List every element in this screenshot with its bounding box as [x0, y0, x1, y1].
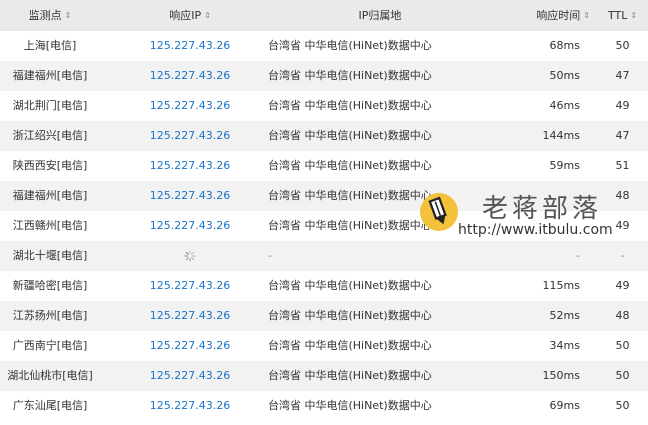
attribution-cell: 台湾省 中华电信(HiNet)数据中心: [268, 99, 432, 112]
response-time-cell: 68ms: [549, 39, 580, 52]
attribution-cell: 台湾省 中华电信(HiNet)数据中心: [268, 159, 432, 172]
table-row: 江苏扬州[电信] 125.227.43.26 台湾省 中华电信(HiNet)数据中心…: [0, 301, 648, 331]
column-header-time-label: 响应时间: [536, 9, 581, 22]
watermark-title: 老蒋部落: [482, 194, 603, 224]
location-cell: 湖北荆门[电信]: [12, 99, 88, 112]
ttl-cell: 50: [615, 369, 630, 382]
location-cell: 湖北十堰[电信]: [12, 249, 88, 262]
ip-link[interactable]: 125.227.43.26: [140, 61, 240, 91]
ip-link[interactable]: 125.227.43.26: [140, 361, 240, 391]
ttl-cell: 49: [615, 99, 630, 112]
ttl-cell: 50: [615, 339, 630, 352]
ttl-cell: 48: [615, 309, 630, 322]
attribution-cell: 台湾省 中华电信(HiNet)数据中心: [268, 279, 432, 292]
attribution-cell: 台湾省 中华电信(HiNet)数据中心: [268, 399, 432, 412]
ttl-cell: 47: [615, 129, 630, 142]
location-cell: 新疆哈密[电信]: [12, 279, 88, 292]
location-cell: 广西南宁[电信]: [12, 339, 88, 352]
ttl-cell: 49: [615, 279, 630, 292]
ttl-cell: 47: [615, 69, 630, 82]
ip-link[interactable]: 125.227.43.26: [140, 151, 240, 181]
ttl-cell: 50: [615, 399, 630, 412]
table-header-row: 监测点 ⇕ 响应IP ⇕ IP归属地 响应时间 ⇕ TTL ⇕: [0, 0, 648, 31]
ip-link[interactable]: 125.227.43.26: [140, 91, 240, 121]
response-time-cell: 50ms: [549, 69, 580, 82]
response-time-cell: 46ms: [549, 99, 580, 112]
location-cell: 福建福州[电信]: [12, 69, 88, 82]
location-cell: 福建福州[电信]: [12, 189, 88, 202]
ip-link[interactable]: 125.227.43.26: [140, 271, 240, 301]
response-time-cell: 144ms: [542, 129, 580, 142]
column-header-time[interactable]: 响应时间 ⇕: [500, 0, 590, 31]
attribution-cell: 台湾省 中华电信(HiNet)数据中心: [268, 129, 432, 142]
table-row: 新疆哈密[电信] 125.227.43.26 台湾省 中华电信(HiNet)数据中心…: [0, 271, 648, 301]
attribution-cell: 台湾省 中华电信(HiNet)数据中心: [268, 69, 432, 82]
table-row: 湖北仙桃市[电信] 125.227.43.26 台湾省 中华电信(HiNet)数据中…: [0, 361, 648, 391]
column-header-ttl-label: TTL: [607, 9, 628, 22]
response-time-cell: 150ms: [542, 369, 580, 382]
location-cell: 陕西西安[电信]: [12, 159, 88, 172]
table-row: 陕西西安[电信] 125.227.43.26 台湾省 中华电信(HiNet)数据中心…: [0, 151, 648, 181]
attribution-cell: 台湾省 中华电信(HiNet)数据中心: [268, 339, 432, 352]
column-header-attribution-label: IP归属地: [358, 9, 402, 22]
location-cell: 广东汕尾[电信]: [12, 399, 88, 412]
watermark: 老蒋部落 http://www.itbulu.com: [420, 188, 620, 248]
column-header-ip-label: 响应IP: [169, 9, 202, 22]
sort-icon[interactable]: ⇕: [630, 11, 637, 20]
table-row: 上海[电信] 125.227.43.26 台湾省 中华电信(HiNet)数据中心 68…: [0, 31, 648, 61]
table-row: 广东汕尾[电信] 125.227.43.26 台湾省 中华电信(HiNet)数据中心…: [0, 391, 648, 421]
sort-icon[interactable]: ⇕: [204, 11, 211, 20]
ip-link[interactable]: 125.227.43.26: [140, 121, 240, 151]
column-header-location[interactable]: 监测点 ⇕: [0, 0, 100, 31]
location-cell: 湖北仙桃市[电信]: [7, 369, 93, 382]
location-cell: 江苏扬州[电信]: [12, 309, 88, 322]
watermark-url: http://www.itbulu.com: [458, 222, 613, 238]
column-header-attribution: IP归属地: [270, 0, 490, 31]
location-cell: 江西赣州[电信]: [12, 219, 88, 232]
response-time-cell: 69ms: [549, 399, 580, 412]
location-cell: 上海[电信]: [23, 39, 77, 52]
ttl-cell: 51: [615, 159, 630, 172]
table-row: 福建福州[电信] 125.227.43.26 台湾省 中华电信(HiNet)数据中心…: [0, 61, 648, 91]
ip-link[interactable]: 125.227.43.26: [140, 31, 240, 61]
table-row: 湖北荆门[电信] 125.227.43.26 台湾省 中华电信(HiNet)数据中心…: [0, 91, 648, 121]
loading-spinner-icon: [184, 250, 196, 262]
table-row: 浙江绍兴[电信] 125.227.43.26 台湾省 中华电信(HiNet)数据中心…: [0, 121, 648, 151]
ip-link[interactable]: 125.227.43.26: [140, 301, 240, 331]
sort-icon[interactable]: ⇕: [65, 11, 72, 20]
response-time-cell: 34ms: [549, 339, 580, 352]
sort-icon[interactable]: ⇕: [583, 11, 590, 20]
attribution-cell: 台湾省 中华电信(HiNet)数据中心: [268, 309, 432, 322]
ip-link[interactable]: 125.227.43.26: [140, 331, 240, 361]
column-header-ttl[interactable]: TTL ⇕: [600, 0, 645, 31]
ip-cell: [140, 241, 240, 271]
ttl-cell: 50: [615, 39, 630, 52]
location-cell: 浙江绍兴[电信]: [12, 129, 88, 142]
response-time-cell: 115ms: [542, 279, 580, 292]
pencil-logo-icon: [420, 193, 458, 231]
response-time-cell: 59ms: [549, 159, 580, 172]
column-header-location-label: 监测点: [28, 9, 62, 22]
ip-link[interactable]: 125.227.43.26: [140, 181, 240, 211]
attribution-cell: 台湾省 中华电信(HiNet)数据中心: [268, 369, 432, 382]
attribution-cell: 台湾省 中华电信(HiNet)数据中心: [268, 39, 432, 52]
ip-link[interactable]: 125.227.43.26: [140, 391, 240, 421]
ip-link[interactable]: 125.227.43.26: [140, 211, 240, 241]
column-header-ip[interactable]: 响应IP ⇕: [140, 0, 240, 31]
response-time-cell: 52ms: [549, 309, 580, 322]
table-row: 广西南宁[电信] 125.227.43.26 台湾省 中华电信(HiNet)数据中心…: [0, 331, 648, 361]
